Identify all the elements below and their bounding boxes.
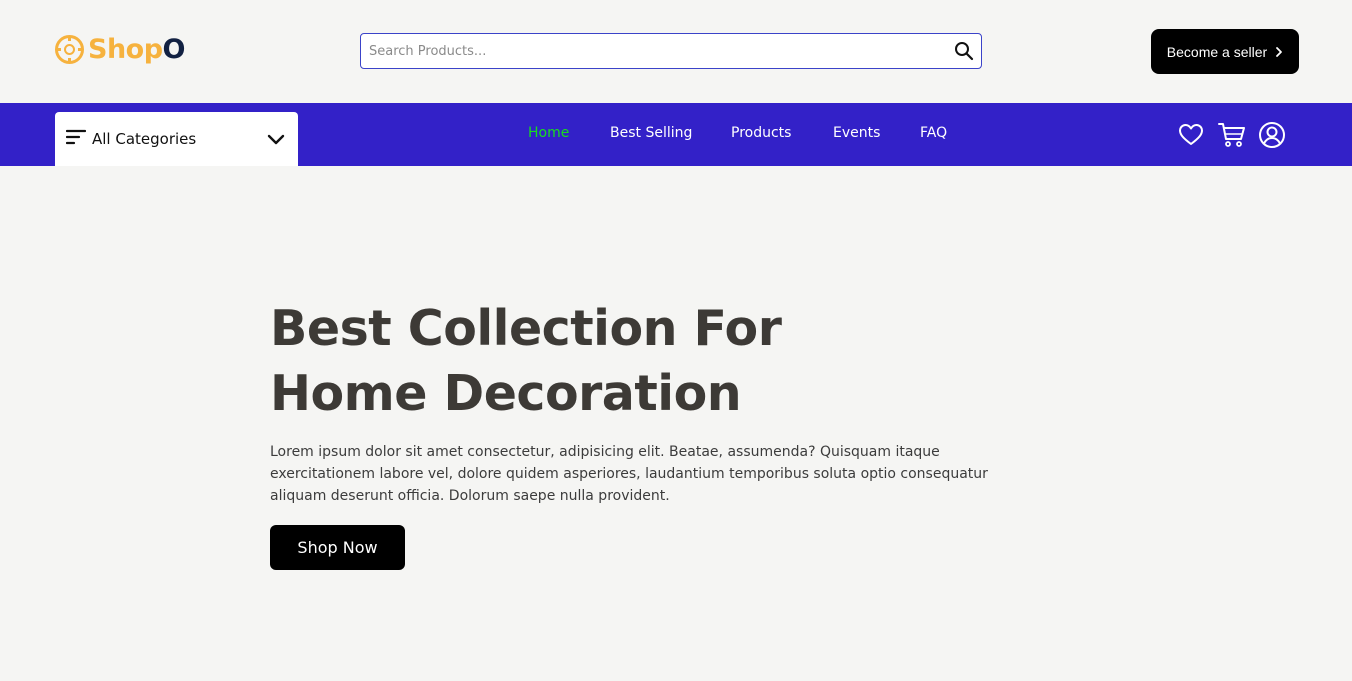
hero-title-line-2: Home Decoration: [270, 365, 742, 422]
cart-icon[interactable]: [1218, 121, 1246, 149]
logo-text-o: O: [162, 33, 186, 65]
logo-text-shop: Shop: [88, 33, 163, 65]
shop-now-button[interactable]: Shop Now: [270, 525, 405, 570]
logo-icon: [55, 34, 84, 64]
search-icon[interactable]: [947, 34, 981, 68]
logo-text: ShopO: [88, 33, 186, 65]
nav-link-events[interactable]: Events: [833, 125, 880, 141]
user-icon[interactable]: [1258, 121, 1286, 149]
become-seller-button[interactable]: Become a seller: [1151, 29, 1299, 74]
nav-links: Home Best Selling Products Events FAQ: [0, 103, 1352, 166]
hero-description: Lorem ipsum dolor sit amet consectetur, …: [270, 444, 988, 504]
nav-link-home[interactable]: Home: [528, 125, 569, 141]
top-header: ShopO Become a seller: [0, 0, 1352, 103]
search-input[interactable]: [361, 34, 947, 68]
search-bar: [360, 33, 982, 69]
hero-title-line-1: Best Collection For: [270, 300, 782, 357]
nav-link-faq[interactable]: FAQ: [920, 125, 947, 141]
nav-link-best-selling[interactable]: Best Selling: [610, 125, 692, 141]
logo[interactable]: ShopO: [55, 30, 186, 68]
hero-title: Best Collection For Home Decoration: [270, 296, 782, 426]
heart-icon[interactable]: [1177, 121, 1205, 149]
become-seller-label: Become a seller: [1166, 43, 1268, 60]
main-navbar: All Categories Home Best Selling Product…: [0, 103, 1352, 166]
nav-link-products[interactable]: Products: [731, 125, 791, 141]
chevron-right-icon: [1275, 46, 1283, 58]
